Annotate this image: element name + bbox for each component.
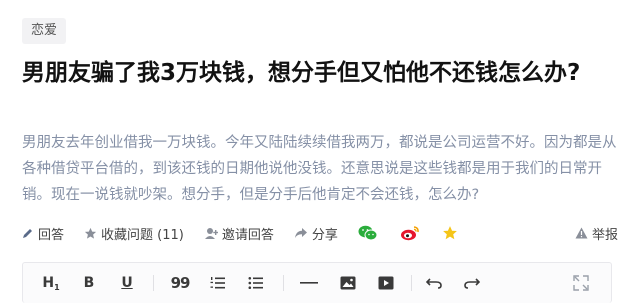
undo-icon bbox=[426, 278, 442, 289]
answer-editor[interactable]: H1 B U 99 bbox=[22, 262, 612, 303]
bold-label: B bbox=[83, 275, 95, 291]
share-label: 分享 bbox=[311, 227, 338, 243]
share-arrow-icon bbox=[294, 228, 307, 238]
fullscreen-button[interactable] bbox=[571, 273, 591, 293]
report-label: 举报 bbox=[591, 227, 618, 243]
star-icon bbox=[443, 226, 457, 240]
heading-label: H bbox=[42, 275, 55, 291]
answer-button[interactable]: 回答 bbox=[22, 224, 64, 243]
insert-video-button[interactable] bbox=[377, 273, 395, 293]
toolbar-divider bbox=[283, 275, 284, 291]
blockquote-button[interactable]: 99 bbox=[170, 273, 191, 293]
share-button[interactable]: 分享 bbox=[294, 224, 338, 243]
bullet-list-button[interactable] bbox=[247, 273, 265, 293]
question-description: 男朋友去年创业借我一万块钱。今年又陆陆续续借我两万，都说是公司运营不好。因为都是… bbox=[22, 135, 617, 203]
invite-answer-button[interactable]: 邀请回答 bbox=[204, 224, 274, 243]
collect-label: 收藏问题 (11) bbox=[101, 227, 184, 243]
redo-button[interactable] bbox=[463, 273, 481, 293]
answer-label: 回答 bbox=[38, 227, 65, 243]
question-actions: 回答 收藏问题 (11) 邀请回答 分享 举报 bbox=[22, 222, 618, 244]
ordered-list-button[interactable] bbox=[209, 273, 227, 293]
toolbar-divider bbox=[153, 275, 154, 291]
user-plus-icon bbox=[204, 227, 218, 239]
heading-button[interactable]: H1 bbox=[41, 273, 61, 293]
redo-icon bbox=[464, 278, 480, 289]
undo-button[interactable] bbox=[425, 273, 443, 293]
report-button[interactable]: 举报 bbox=[575, 224, 618, 243]
toolbar-divider bbox=[411, 275, 412, 291]
weibo-share-button[interactable] bbox=[400, 225, 424, 241]
video-icon bbox=[378, 276, 394, 290]
heading-level: 1 bbox=[54, 282, 60, 292]
image-icon bbox=[340, 276, 356, 290]
invite-label: 邀请回答 bbox=[221, 227, 274, 243]
underline-button[interactable]: U bbox=[119, 273, 135, 293]
ordered-list-icon bbox=[210, 277, 225, 289]
wechat-share-button[interactable] bbox=[358, 225, 382, 241]
horizontal-rule-button[interactable] bbox=[299, 273, 319, 293]
star-outline-icon bbox=[84, 227, 97, 239]
horizontal-rule-icon bbox=[300, 282, 318, 284]
insert-image-button[interactable] bbox=[339, 273, 357, 293]
pencil-icon bbox=[23, 229, 32, 238]
quote-label: 99 bbox=[170, 274, 191, 292]
warning-icon bbox=[575, 227, 588, 239]
bullet-list-icon bbox=[248, 277, 263, 289]
topic-tag[interactable]: 恋爱 bbox=[22, 18, 67, 44]
underline-label: U bbox=[121, 275, 133, 291]
favorite-button[interactable] bbox=[442, 225, 462, 241]
weibo-icon bbox=[400, 226, 419, 241]
bold-button[interactable]: B bbox=[81, 273, 97, 293]
collect-question-button[interactable]: 收藏问题 (11) bbox=[84, 224, 184, 243]
wechat-icon bbox=[358, 225, 378, 241]
expand-icon bbox=[573, 275, 589, 291]
question-title: 男朋友骗了我3万块钱，想分手但又怕他不还钱怎么办? bbox=[22, 60, 581, 86]
